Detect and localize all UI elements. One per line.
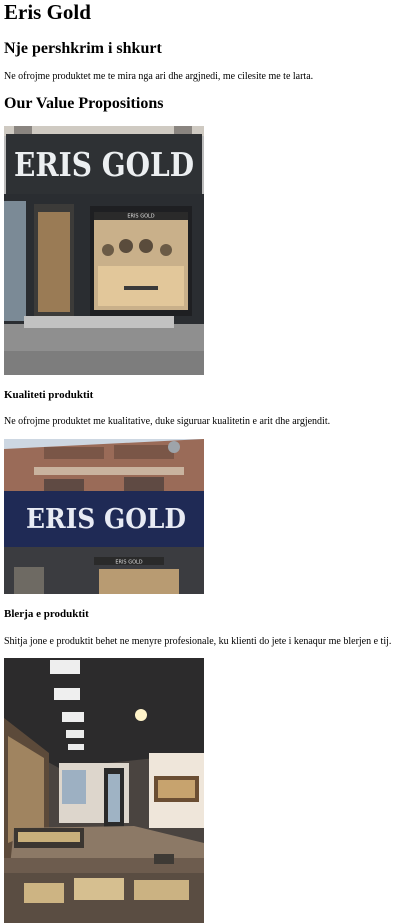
intro-text: Ne ofrojme produktet me te mira nga ari … [4, 71, 314, 82]
section-heading-purchase: Blerja e produktit [4, 608, 89, 620]
awning-small-text: ERIS GOLD [115, 560, 142, 566]
building-awning-image: ERIS GOLD ERIS GOLD [4, 439, 204, 594]
store-sign-text: ERIS GOLD [14, 145, 194, 184]
section-text-purchase: Shitja jone e produktit behet ne menyre … [4, 636, 392, 647]
store-interior-image [4, 658, 204, 923]
awning-sign-text: ERIS GOLD [26, 504, 186, 535]
section-heading-quality: Kualiteti produktit [4, 389, 94, 401]
intro-heading: Nje pershkrim i shkurt [4, 40, 162, 57]
storefront-small-text: ERIS GOLD [127, 214, 154, 220]
section-text-quality: Ne ofrojme produktet me kualitative, duk… [4, 416, 331, 427]
page: Eris Gold Nje pershkrim i shkurt Ne ofro… [0, 0, 419, 923]
page-title: Eris Gold [4, 0, 91, 24]
storefront-image: ERIS GOLD ERIS GOLD [4, 126, 204, 375]
value-propositions-heading: Our Value Propositions [4, 95, 164, 112]
